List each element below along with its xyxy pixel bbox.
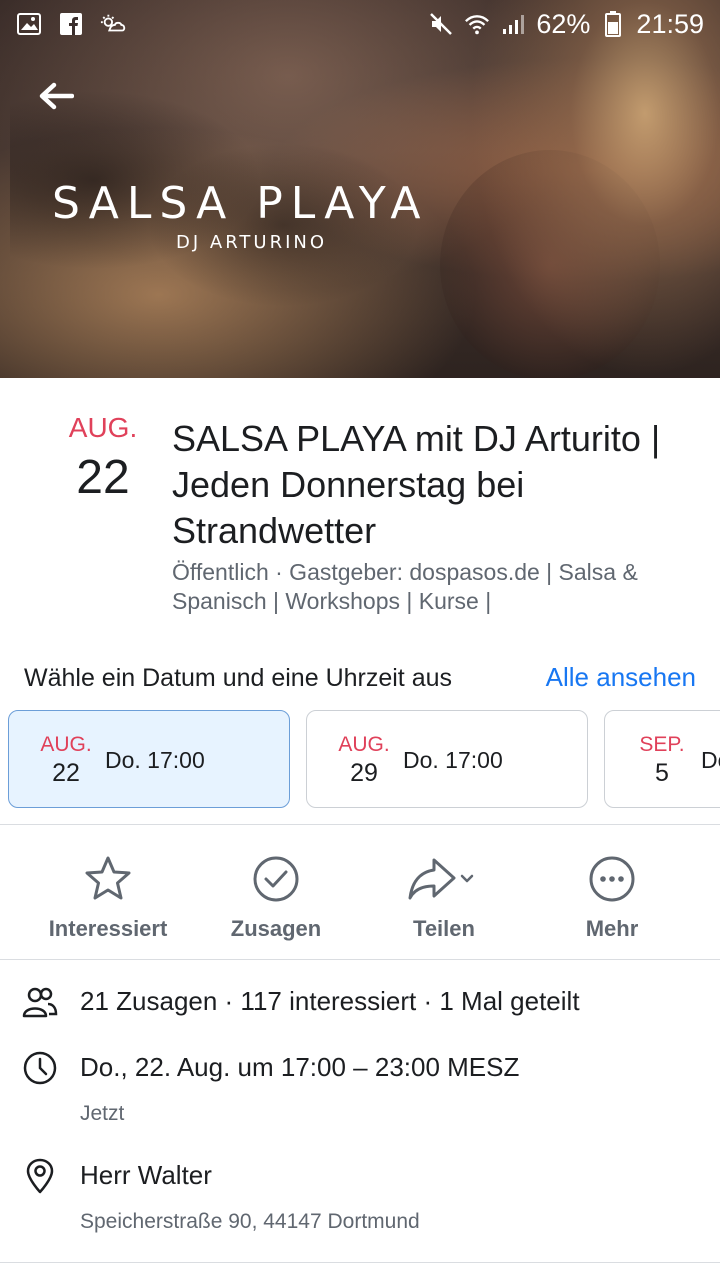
event-cover-image: SALSA PLAYA DJ ARTURINO: [0, 0, 720, 378]
date-option-card[interactable]: SEP. 5 Do. 17:00: [604, 710, 720, 808]
action-bar: Interessiert Zusagen Teilen Mehr: [0, 826, 720, 960]
signal-icon: [500, 11, 526, 37]
share-icon: [360, 854, 528, 904]
event-title: SALSA PLAYA mit DJ Arturito | Jeden Donn…: [172, 418, 661, 551]
cover-woman-hair: [470, 0, 720, 378]
share-label: Teilen: [413, 916, 475, 941]
date-option-month: AUG.: [40, 733, 92, 756]
date-option-time: Do. 17:00: [701, 747, 720, 773]
date-picker-title: Wähle ein Datum und eine Uhrzeit aus: [24, 664, 453, 692]
event-meta[interactable]: Öffentlich · Gastgeber: dospasos.de | Sa…: [172, 558, 692, 616]
event-date-badge: AUG. 22: [60, 412, 146, 505]
weather-icon: [100, 11, 126, 37]
share-button[interactable]: Teilen: [360, 854, 528, 942]
stats-row[interactable]: 21 Zusagen · 117 interessiert · 1 Mal ge…: [0, 982, 720, 1026]
battery-percent: 62%: [536, 8, 591, 39]
stats-text: 21 Zusagen · 117 interessiert · 1 Mal ge…: [80, 986, 580, 1016]
date-option-time: Do. 17:00: [105, 747, 205, 773]
clock: 21:59: [636, 8, 704, 39]
image-icon: [16, 11, 42, 37]
date-options-list: AUG. 22 Do. 17:00 AUG. 29 Do. 17:00 SEP.…: [8, 710, 720, 808]
going-label: Zusagen: [230, 916, 322, 941]
see-all-link[interactable]: Alle ansehen: [546, 662, 696, 693]
divider: [0, 824, 720, 825]
more-button[interactable]: Mehr: [528, 854, 696, 942]
datetime-row[interactable]: Do., 22. Aug. um 17:00 – 23:00 MESZ Jetz…: [0, 1048, 720, 1134]
location-pin-icon: [22, 1158, 58, 1194]
divider: [0, 1262, 720, 1263]
battery-icon: [600, 11, 626, 37]
date-option-month: SEP.: [639, 733, 685, 756]
interested-button[interactable]: Interessiert: [24, 854, 192, 942]
star-icon: [24, 854, 192, 904]
cover-subtitle: DJ ARTURINO: [176, 232, 328, 253]
event-day: 22: [76, 451, 130, 504]
wifi-icon: [464, 11, 490, 37]
location-address: Speicherstraße 90, 44147 Dortmund: [80, 1210, 420, 1233]
date-option-card[interactable]: AUG. 22 Do. 17:00: [8, 710, 290, 808]
date-option-card[interactable]: AUG. 29 Do. 17:00: [306, 710, 588, 808]
check-circle-icon: [192, 854, 360, 904]
event-header: AUG. 22 SALSA PLAYA mit DJ Arturito | Je…: [0, 378, 720, 648]
more-icon: [528, 854, 696, 904]
date-option-day: 5: [655, 759, 669, 787]
location-name: Herr Walter: [80, 1160, 212, 1190]
back-arrow-icon: [39, 82, 74, 110]
facebook-icon: [58, 11, 84, 37]
divider: [0, 959, 720, 960]
date-option-time: Do. 17:00: [403, 747, 503, 773]
back-button[interactable]: [36, 78, 76, 114]
event-month: AUG.: [68, 412, 138, 443]
clock-icon: [22, 1050, 58, 1086]
going-button[interactable]: Zusagen: [192, 854, 360, 942]
date-option-day: 22: [52, 759, 80, 787]
interested-label: Interessiert: [48, 916, 168, 941]
status-bar: 62% 21:59: [0, 0, 720, 48]
date-option-month: AUG.: [338, 733, 390, 756]
people-icon: [22, 984, 58, 1020]
datetime-text: Do., 22. Aug. um 17:00 – 23:00 MESZ: [80, 1052, 520, 1082]
date-picker-header: Wähle ein Datum und eine Uhrzeit aus All…: [0, 660, 720, 700]
location-row[interactable]: Herr Walter Speicherstraße 90, 44147 Dor…: [0, 1156, 720, 1242]
mute-icon: [428, 11, 454, 37]
cover-title: SALSA PLAYA: [52, 178, 429, 229]
datetime-subtext: Jetzt: [80, 1102, 125, 1125]
more-label: Mehr: [585, 916, 639, 941]
date-option-day: 29: [350, 759, 378, 787]
